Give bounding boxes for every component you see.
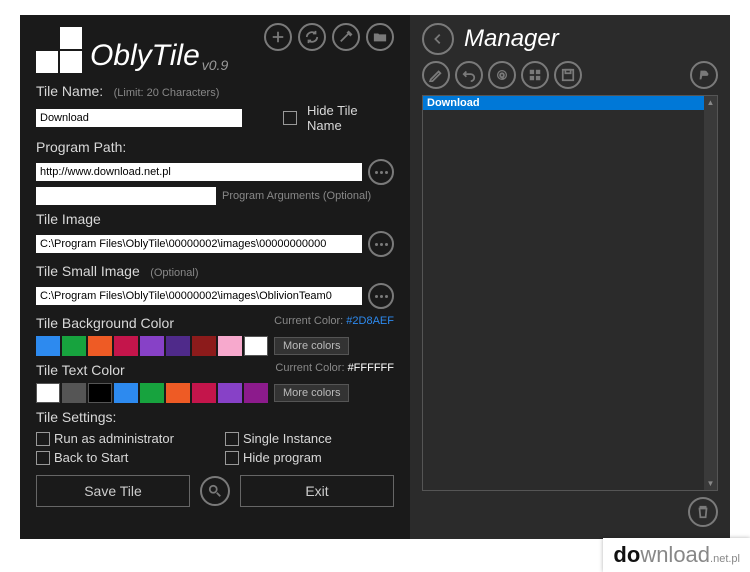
quick-icon[interactable]: Q <box>488 61 516 89</box>
watermark: download.net.pl <box>603 538 750 572</box>
color-swatch[interactable] <box>62 336 86 356</box>
color-swatch[interactable] <box>140 383 164 403</box>
edit-icon[interactable] <box>422 61 450 89</box>
color-swatch[interactable] <box>218 383 242 403</box>
color-swatch[interactable] <box>192 383 216 403</box>
tile-name-label: Tile Name: <box>36 83 103 99</box>
tile-settings-label: Tile Settings: <box>36 409 116 425</box>
more-colors-button[interactable]: More colors <box>274 384 349 402</box>
tile-image-label: Tile Image <box>36 211 101 227</box>
color-swatch[interactable] <box>140 336 164 356</box>
color-swatch[interactable] <box>244 336 268 356</box>
color-swatch[interactable] <box>36 336 60 356</box>
bg-color-label: Tile Background Color <box>36 315 174 331</box>
run-as-admin-checkbox[interactable] <box>36 432 50 446</box>
list-item[interactable]: Download <box>423 96 704 110</box>
color-swatch[interactable] <box>88 336 112 356</box>
single-instance-checkbox[interactable] <box>225 432 239 446</box>
app-name: OblyTile <box>90 39 200 73</box>
tile-image-input[interactable] <box>36 235 362 253</box>
hide-tile-name-checkbox[interactable] <box>283 111 297 125</box>
windows-icon[interactable] <box>521 61 549 89</box>
app-version: v0.9 <box>202 57 228 73</box>
program-args-hint: Program Arguments (Optional) <box>222 190 371 202</box>
save-icon[interactable] <box>554 61 582 89</box>
tile-name-input[interactable] <box>36 109 242 127</box>
color-swatch[interactable] <box>62 383 86 403</box>
save-tile-button[interactable]: Save Tile <box>36 475 190 507</box>
folder-icon[interactable] <box>366 23 394 51</box>
program-path-input[interactable] <box>36 163 362 181</box>
browse-image-button[interactable] <box>368 231 394 257</box>
color-swatch[interactable] <box>114 383 138 403</box>
text-color-value: #FFFFFF <box>348 362 394 374</box>
color-swatch[interactable] <box>36 383 60 403</box>
color-swatch[interactable] <box>218 336 242 356</box>
settings-icon[interactable] <box>332 23 360 51</box>
browse-small-image-button[interactable] <box>368 283 394 309</box>
tile-small-image-hint: (Optional) <box>150 267 198 279</box>
exit-button[interactable]: Exit <box>240 475 394 507</box>
tile-list[interactable]: Download ▲ ▼ <box>422 95 718 491</box>
scrollbar[interactable]: ▲ ▼ <box>704 96 717 490</box>
tile-name-hint: (Limit: 20 Characters) <box>114 87 220 99</box>
more-colors-button[interactable]: More colors <box>274 337 349 355</box>
color-swatch[interactable] <box>166 383 190 403</box>
add-tile-icon[interactable] <box>264 23 292 51</box>
browse-path-button[interactable] <box>368 159 394 185</box>
color-swatch[interactable] <box>244 383 268 403</box>
manager-title: Manager <box>464 25 559 53</box>
app-logo <box>36 27 82 73</box>
color-swatch[interactable] <box>166 336 190 356</box>
hide-program-checkbox[interactable] <box>225 451 239 465</box>
color-swatch[interactable] <box>88 383 112 403</box>
tile-small-image-label: Tile Small Image <box>36 263 140 279</box>
hide-tile-name-label: Hide Tile Name <box>307 103 394 133</box>
color-swatch[interactable] <box>192 336 216 356</box>
svg-text:Q: Q <box>500 73 505 80</box>
undo-icon[interactable] <box>455 61 483 89</box>
program-args-input[interactable] <box>36 187 216 205</box>
program-path-label: Program Path: <box>36 139 126 155</box>
text-color-label: Tile Text Color <box>36 362 125 378</box>
refresh-icon[interactable] <box>298 23 326 51</box>
tile-small-image-input[interactable] <box>36 287 362 305</box>
color-swatch[interactable] <box>114 336 138 356</box>
back-icon[interactable] <box>422 23 454 55</box>
search-icon[interactable] <box>200 476 230 506</box>
delete-icon[interactable] <box>688 497 718 527</box>
bg-color-value: #2D8AEF <box>346 315 394 327</box>
back-to-start-checkbox[interactable] <box>36 451 50 465</box>
paypal-icon[interactable] <box>690 61 718 89</box>
